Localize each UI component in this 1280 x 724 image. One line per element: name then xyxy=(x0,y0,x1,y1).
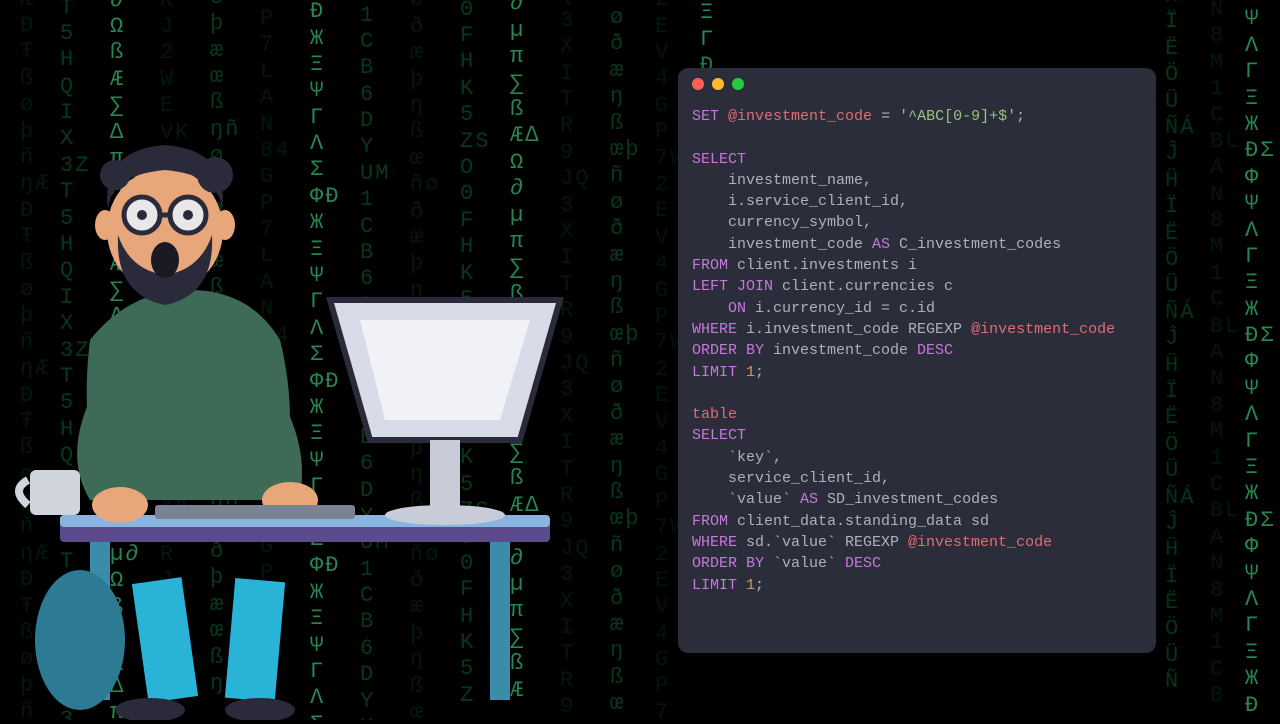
keyword-limit: LIMIT xyxy=(692,577,746,594)
column: currency_symbol, xyxy=(692,214,872,231)
keyword-limit: LIMIT xyxy=(692,364,746,381)
keyword-select: SELECT xyxy=(692,151,746,168)
programmer-illustration xyxy=(0,140,600,720)
column: investment_code xyxy=(692,236,872,253)
keyword-from: FROM xyxy=(692,513,728,530)
minimize-icon[interactable] xyxy=(712,78,724,90)
keyword-join: JOIN xyxy=(737,278,773,295)
keyword-orderby: ORDER BY xyxy=(692,342,764,359)
keyword-select: SELECT xyxy=(692,427,746,444)
keyword-orderby: ORDER BY xyxy=(692,555,764,572)
column: `key`, xyxy=(692,449,782,466)
column: `value` xyxy=(692,491,800,508)
variable: @investment_code xyxy=(728,108,872,125)
window-titlebar xyxy=(678,68,1156,100)
identifier-table: table xyxy=(692,406,737,423)
keyword-where: WHERE xyxy=(692,534,737,551)
column: i.service_client_id, xyxy=(692,193,908,210)
column: service_client_id, xyxy=(692,470,890,487)
keyword-from: FROM xyxy=(692,257,728,274)
string-literal: '^ABC[0-9]+$' xyxy=(899,108,1016,125)
maximize-icon[interactable] xyxy=(732,78,744,90)
keyword-where: WHERE xyxy=(692,321,737,338)
code-editor-window: SET @investment_code = '^ABC[0-9]+$'; SE… xyxy=(678,68,1156,653)
column: investment_name, xyxy=(692,172,872,189)
close-icon[interactable] xyxy=(692,78,704,90)
sql-code-content: SET @investment_code = '^ABC[0-9]+$'; SE… xyxy=(678,100,1156,610)
keyword-set: SET xyxy=(692,108,719,125)
